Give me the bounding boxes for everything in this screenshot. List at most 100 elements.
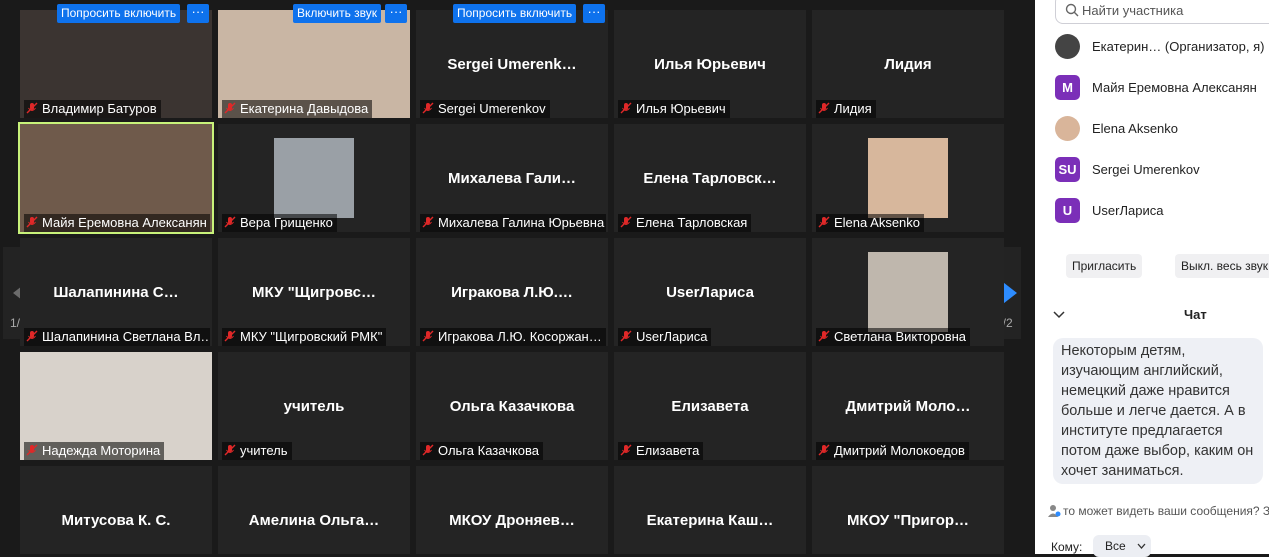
participant-name-label: Елизавета bbox=[618, 442, 704, 460]
participant-search-input[interactable]: Найти участника bbox=[1055, 0, 1269, 24]
participant-name-text: Шалапинина Светлана Вл… bbox=[42, 329, 210, 344]
participant-name-text: учитель bbox=[240, 443, 288, 458]
participant-name-label: Михалева Галина Юрьевна bbox=[420, 214, 606, 232]
ask-to-unmute-button[interactable]: Попросить включить bbox=[57, 4, 181, 23]
participant-name-label: Екатерина Давыдова bbox=[222, 100, 373, 118]
participant-tile[interactable]: МКОУ Дроняев… bbox=[416, 466, 608, 554]
participant-tile[interactable]: МКОУ "Пригор… bbox=[812, 466, 1004, 554]
participant-name-label: Светлана Викторовна bbox=[816, 328, 971, 346]
participant-list-item[interactable]: SU Sergei Umerenkov bbox=[1053, 157, 1269, 183]
participant-list-item[interactable]: Elena Aksenko bbox=[1053, 116, 1269, 142]
participant-tile[interactable]: Sergei Umerenk… Sergei Umerenkov bbox=[416, 10, 608, 118]
participant-tile[interactable]: Амелина Ольга… bbox=[218, 466, 410, 554]
participant-name-text: Надежда Моторина bbox=[42, 443, 161, 458]
participant-tile[interactable]: Вера Грищенко bbox=[218, 124, 410, 232]
search-placeholder: Найти участника bbox=[1082, 3, 1184, 18]
participant-tile[interactable]: Михалева Гали… Михалева Галина Юрьевна bbox=[416, 124, 608, 232]
participant-tile[interactable]: Дмитрий Моло… Дмитрий Молокоедов bbox=[812, 352, 1004, 460]
participant-list-item[interactable]: Екатерин… (Организатор, я) bbox=[1053, 34, 1269, 60]
participant-name-text: Ольга Казачкова bbox=[438, 443, 540, 458]
participant-tile[interactable]: Шалапинина С… Шалапинина Светлана Вл… bbox=[20, 238, 212, 346]
participant-tile[interactable]: Лидия Лидия bbox=[812, 10, 1004, 118]
participant-name-text: Светлана Викторовна bbox=[834, 329, 967, 344]
participant-name-label: Елена Тарловская bbox=[618, 214, 752, 232]
participant-display-name: Елизавета bbox=[671, 398, 749, 415]
participant-name-text: Илья Юрьевич bbox=[636, 101, 726, 116]
chat-header[interactable]: Чат bbox=[1035, 306, 1269, 324]
chat-title: Чат bbox=[1184, 307, 1207, 322]
participant-tile[interactable]: Надежда Моторина bbox=[20, 352, 212, 460]
more-options-button[interactable]: ··· bbox=[187, 4, 209, 23]
participant-display-name: Елена Тарловск… bbox=[643, 170, 777, 187]
participant-list-item[interactable]: U UserЛариса bbox=[1053, 198, 1269, 224]
participant-tile[interactable]: UserЛариса UserЛариса bbox=[614, 238, 806, 346]
participant-name-label: Владимир Батуров bbox=[24, 100, 161, 118]
participant-tile[interactable]: Светлана Викторовна bbox=[812, 238, 1004, 346]
participant-tile[interactable]: Митусова К. С. bbox=[20, 466, 212, 554]
participant-display-name: МКОУ "Пригор… bbox=[846, 512, 970, 529]
participant-tile[interactable]: Ольга Казачкова Ольга Казачкова bbox=[416, 352, 608, 460]
invite-button[interactable]: Пригласить bbox=[1066, 254, 1143, 278]
profile-picture bbox=[868, 138, 948, 218]
participant-tile[interactable]: учитель учитель bbox=[218, 352, 410, 460]
turn-on-audio-button[interactable]: Включить звук bbox=[293, 4, 382, 23]
participant-name-text: Elena Aksenko bbox=[834, 215, 921, 230]
participant-name-text: Майя Еремовна Алексанян bbox=[42, 215, 207, 230]
participant-name-text: Михалева Галина Юрьевна bbox=[438, 215, 605, 230]
participant-tile[interactable]: Владимир Батуров bbox=[20, 10, 212, 118]
participant-list-item[interactable]: M Майя Еремовна Алексанян bbox=[1053, 75, 1269, 101]
participant-display-name: учитель bbox=[283, 398, 345, 415]
participant-tile[interactable]: Elena Aksenko bbox=[812, 124, 1004, 232]
profile-picture bbox=[274, 138, 354, 218]
participant-display-name: МКОУ Дроняев… bbox=[449, 512, 575, 529]
participant-name-text: Дмитрий Молокоедов bbox=[834, 443, 965, 458]
participant-name-text: МКУ "Щигровский РМК" bbox=[240, 329, 383, 344]
participant-display-name: Амелина Ольга… bbox=[248, 512, 380, 529]
participant-name-label: Вера Грищенко bbox=[222, 214, 337, 232]
participant-name-label: Лидия bbox=[816, 100, 876, 118]
more-options-button[interactable]: ··· bbox=[385, 4, 407, 23]
participant-display-name: Sergei Umerenk… bbox=[447, 56, 577, 73]
chat-message: Некоторым детям, изучающим английский, н… bbox=[1053, 338, 1263, 484]
ask-to-unmute-button[interactable]: Попросить включить bbox=[453, 4, 577, 23]
participant-name-text: Елизавета bbox=[636, 443, 700, 458]
participant-tile[interactable]: МКУ "Щигровс… МКУ "Щигровский РМК" bbox=[218, 238, 410, 346]
avatar bbox=[1055, 34, 1080, 59]
who-can-see-text: то может видеть ваши сообщения? За bbox=[1063, 504, 1269, 518]
chevron-down-icon[interactable] bbox=[1053, 311, 1065, 319]
avatar: SU bbox=[1055, 157, 1080, 182]
mute-all-button[interactable]: Выкл. весь звук bbox=[1175, 254, 1269, 278]
who-can-see-link[interactable]: то может видеть ваши сообщения? За bbox=[1047, 504, 1269, 518]
participant-name-label: Майя Еремовна Алексанян bbox=[24, 214, 210, 232]
participant-display-name: Михалева Гали… bbox=[447, 170, 576, 187]
participant-tile[interactable]: Екатерина Каш… bbox=[614, 466, 806, 554]
avatar: U bbox=[1055, 198, 1080, 223]
avatar: M bbox=[1055, 75, 1080, 100]
participants-sidebar: Найти участника Екатерин… (Организатор, … bbox=[1035, 0, 1269, 557]
participant-display-name: UserЛариса bbox=[666, 284, 754, 301]
search-icon bbox=[1065, 3, 1079, 17]
participant-display-name: Шалапинина С… bbox=[53, 284, 179, 301]
participant-name-label: Ольга Казачкова bbox=[420, 442, 544, 460]
participant-name-label: UserЛариса bbox=[618, 328, 712, 346]
participant-tile[interactable]: Игракова Л.Ю.… Игракова Л.Ю. Косоржан… bbox=[416, 238, 608, 346]
participant-name-label: Дмитрий Молокоедов bbox=[816, 442, 969, 460]
participant-name: UserЛариса bbox=[1092, 203, 1164, 218]
participant-name-label: Игракова Л.Ю. Косоржан… bbox=[420, 328, 606, 346]
participant-tile[interactable]: Елена Тарловск… Елена Тарловская bbox=[614, 124, 806, 232]
participant-display-name: Илья Юрьевич bbox=[654, 56, 766, 73]
participant-name-label: учитель bbox=[222, 442, 292, 460]
participant-name-label: Sergei Umerenkov bbox=[420, 100, 550, 118]
participant-display-name: Митусова К. С. bbox=[61, 512, 171, 529]
participant-name: Sergei Umerenkov bbox=[1092, 162, 1200, 177]
people-icon bbox=[1048, 505, 1061, 517]
participant-tile[interactable]: Екатерина Давыдова bbox=[218, 10, 410, 118]
participant-tile[interactable]: Илья Юрьевич Илья Юрьевич bbox=[614, 10, 806, 118]
more-options-button[interactable]: ··· bbox=[583, 4, 605, 23]
participant-tile[interactable]: Майя Еремовна Алексанян bbox=[18, 122, 214, 234]
participant-name-text: Екатерина Давыдова bbox=[240, 101, 369, 116]
participant-name-label: Надежда Моторина bbox=[24, 442, 165, 460]
participant-name-text: Игракова Л.Ю. Косоржан… bbox=[438, 329, 602, 344]
participant-display-name: Лидия bbox=[884, 56, 932, 73]
participant-tile[interactable]: Елизавета Елизавета bbox=[614, 352, 806, 460]
